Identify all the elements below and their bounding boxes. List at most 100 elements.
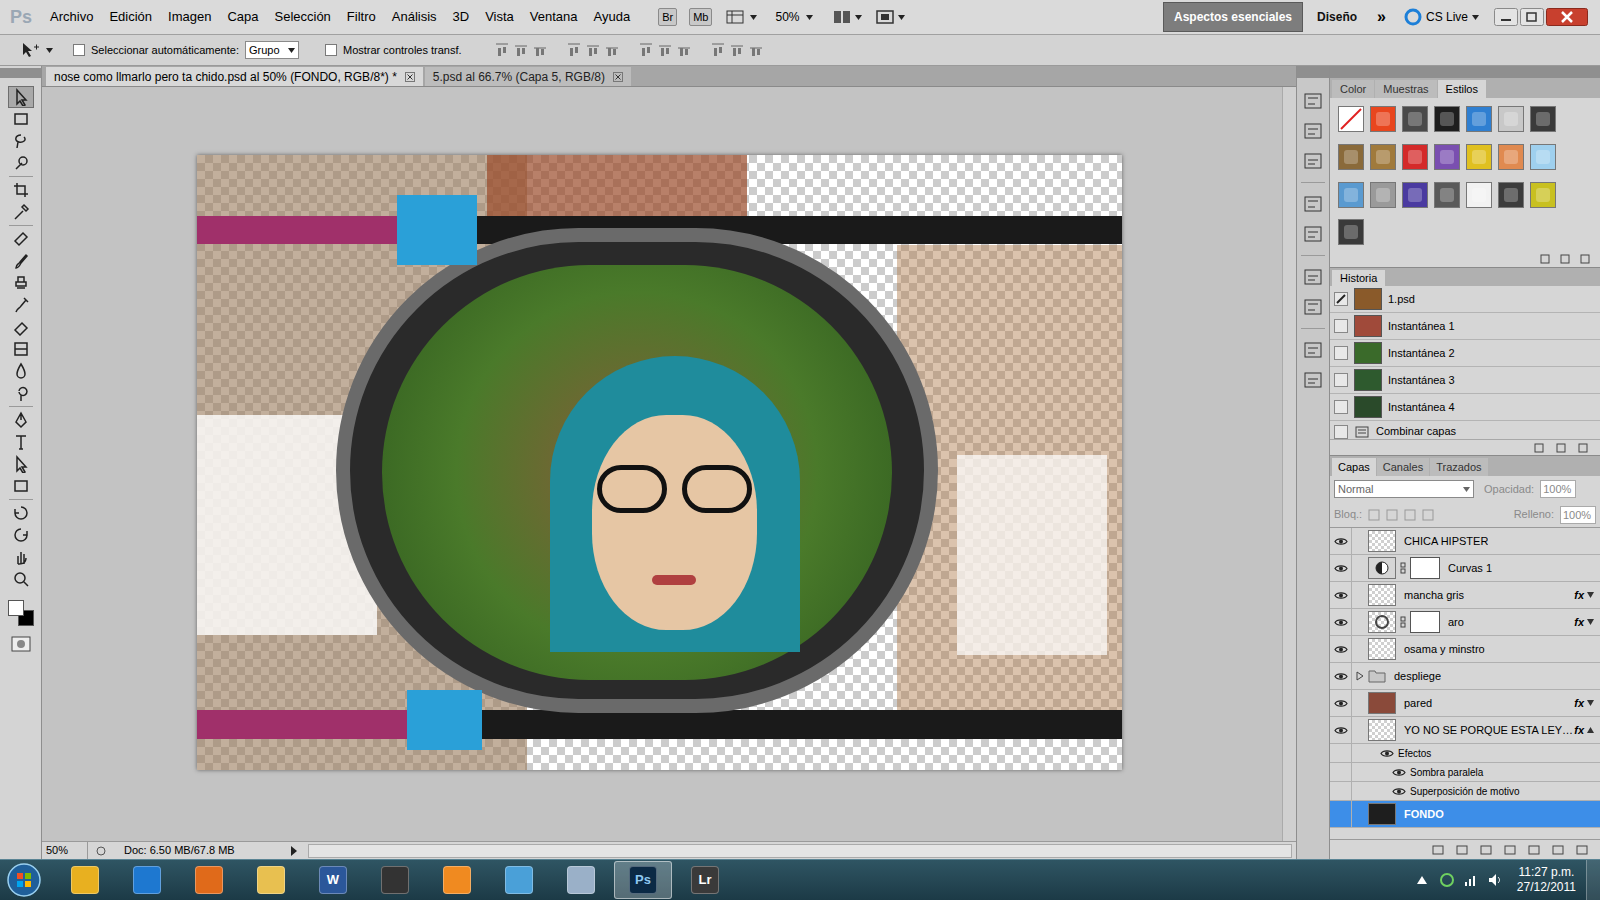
network-icon[interactable] — [1463, 872, 1479, 888]
style-swatch[interactable] — [1434, 182, 1460, 208]
quick-select-tool[interactable] — [8, 152, 34, 174]
crop-tool[interactable] — [8, 179, 34, 201]
hand-icon[interactable] — [12, 548, 30, 566]
fill-field[interactable]: 100% — [1560, 506, 1596, 524]
caret-icon[interactable] — [855, 15, 862, 20]
align-icon[interactable] — [710, 42, 726, 58]
menu-item[interactable]: Archivo — [42, 5, 101, 29]
style-swatch[interactable] — [1370, 182, 1396, 208]
tool-preset-icon[interactable] — [1302, 339, 1324, 361]
brush-preset-icon[interactable] — [1302, 90, 1324, 112]
taskbar-button[interactable] — [180, 861, 238, 899]
fx-toggle-icon[interactable] — [1587, 700, 1594, 706]
bridge-button[interactable]: Br — [658, 8, 677, 27]
paragraph-icon[interactable] — [1302, 223, 1324, 245]
link-layers-icon[interactable] — [1432, 844, 1444, 856]
add-style-icon[interactable] — [1456, 844, 1468, 856]
cs-live-icon[interactable] — [1404, 8, 1422, 26]
new-snapshot-icon[interactable] — [1556, 443, 1566, 453]
delete-state-icon[interactable] — [1578, 443, 1588, 453]
menu-item[interactable]: Filtro — [339, 5, 384, 29]
new-group-icon[interactable] — [1528, 844, 1540, 856]
history-brush-icon[interactable] — [12, 296, 30, 314]
layer-row[interactable]: arofx — [1330, 609, 1600, 636]
align-icon[interactable] — [604, 42, 620, 58]
character-icon[interactable] — [1302, 193, 1324, 215]
history-source[interactable] — [1334, 400, 1348, 414]
healing-icon[interactable] — [12, 230, 30, 248]
layer-row[interactable]: CHICA HIPSTER — [1330, 528, 1600, 555]
type-icon[interactable] — [12, 433, 30, 451]
orbit-3d-tool[interactable] — [8, 524, 34, 546]
opacity-field[interactable]: 100% — [1540, 480, 1576, 498]
status-menu-icon[interactable] — [290, 846, 298, 856]
app-tray-icon[interactable] — [1439, 872, 1455, 888]
gradient-icon[interactable] — [12, 340, 30, 358]
taskbar-button[interactable] — [242, 861, 300, 899]
eye-icon[interactable] — [1334, 564, 1348, 573]
navigator-icon[interactable] — [1302, 296, 1324, 318]
document-tab[interactable]: 5.psd al 66.7% (Capa 5, RGB/8) — [425, 67, 631, 86]
screen-mode-icon[interactable] — [876, 10, 894, 24]
layer-row[interactable]: YO NO SE PORQUE ESTA LEY…fx — [1330, 717, 1600, 744]
pen-icon[interactable] — [12, 411, 30, 429]
panel-tab[interactable]: Color — [1332, 80, 1374, 98]
history-brush-tool[interactable] — [8, 294, 34, 316]
fx-toggle-icon[interactable] — [1587, 592, 1594, 598]
zoom-tool[interactable] — [8, 568, 34, 590]
fx-badge[interactable]: fx — [1574, 695, 1584, 712]
brush-tool[interactable] — [8, 250, 34, 272]
clock[interactable]: 11:27 p.m.27/12/2011 — [1507, 865, 1586, 895]
menu-item[interactable]: Capa — [219, 5, 266, 29]
layer-row[interactable]: Curvas 1 — [1330, 555, 1600, 582]
restore-icon[interactable] — [1520, 8, 1544, 26]
history-source[interactable] — [1334, 346, 1348, 360]
history-source[interactable] — [1334, 319, 1348, 333]
align-icon[interactable] — [513, 42, 529, 58]
taskbar-button[interactable] — [118, 861, 176, 899]
hand-tool[interactable] — [8, 546, 34, 568]
arrange-icon[interactable] — [833, 10, 851, 24]
cs-live-button[interactable]: CS Live — [1426, 8, 1468, 26]
style-swatch[interactable] — [1466, 182, 1492, 208]
lasso-tool[interactable] — [8, 130, 34, 152]
align-icon[interactable] — [729, 42, 745, 58]
history-row[interactable]: Instantánea 3 — [1330, 367, 1600, 394]
info-icon[interactable] — [1302, 266, 1324, 288]
taskbar-button[interactable] — [56, 861, 114, 899]
align-icon[interactable] — [494, 42, 510, 58]
stamp-tool[interactable] — [8, 272, 34, 294]
lock-pixels-icon[interactable] — [1386, 509, 1398, 521]
align-icon[interactable] — [532, 42, 548, 58]
panel-tab[interactable]: Trazados — [1430, 458, 1487, 476]
style-swatch[interactable] — [1338, 106, 1364, 132]
zoom-level[interactable]: 50% — [775, 8, 799, 26]
eye-icon[interactable] — [1392, 787, 1406, 796]
dodge-icon[interactable] — [12, 384, 30, 402]
path-select-tool[interactable] — [8, 453, 34, 475]
fx-toggle-icon[interactable] — [1587, 619, 1594, 625]
align-icon[interactable] — [748, 42, 764, 58]
blend-mode-dropdown[interactable]: Normal — [1334, 480, 1474, 498]
taskbar-button[interactable] — [428, 861, 486, 899]
move-icon[interactable] — [12, 88, 30, 106]
history-row[interactable]: Instantánea 2 — [1330, 340, 1600, 367]
menu-item[interactable]: Edición — [101, 5, 160, 29]
document-tab[interactable]: nose como llmarlo pero ta chido.psd al 5… — [46, 67, 423, 86]
clone-source-icon[interactable] — [1302, 120, 1324, 142]
stamp-icon[interactable] — [12, 274, 30, 292]
clear-style-icon[interactable] — [1540, 254, 1550, 264]
eyedropper-icon[interactable] — [12, 203, 30, 221]
workspace-button[interactable]: Diseño — [1307, 3, 1367, 31]
show-desktop-button[interactable] — [1586, 860, 1600, 900]
fx-badge[interactable]: fx — [1574, 614, 1584, 631]
minimize-icon[interactable] — [1494, 8, 1518, 26]
style-swatch[interactable] — [1402, 182, 1428, 208]
caret-icon[interactable] — [806, 15, 813, 20]
panel-tab[interactable]: Estilos — [1438, 80, 1486, 98]
lock-all-icon[interactable] — [1422, 509, 1434, 521]
eyedropper-tool[interactable] — [8, 201, 34, 223]
caret-icon[interactable] — [1463, 487, 1470, 492]
marquee-tool[interactable] — [8, 108, 34, 130]
quick-select-icon[interactable] — [12, 154, 30, 172]
